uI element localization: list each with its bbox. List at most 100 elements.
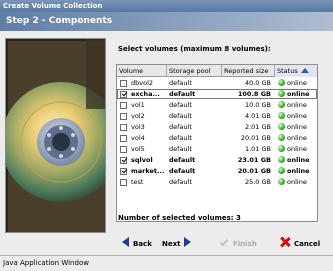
- arrow-right-icon: [184, 237, 192, 247]
- reported-size: 40.0 GB: [244, 79, 271, 87]
- volumes-table: Volume Storage pool Reported size Status…: [116, 64, 318, 222]
- storage-pool: default: [169, 156, 196, 164]
- table-row[interactable]: vol1 default 10.0 GB online: [117, 100, 317, 110]
- row-checkbox[interactable]: [120, 167, 127, 175]
- table-header: Volume Storage pool Reported size Status: [117, 65, 317, 77]
- reported-size: 4.01 GB: [244, 112, 271, 120]
- row-checkbox[interactable]: [120, 101, 127, 109]
- status-text: online: [287, 90, 310, 98]
- online-status-icon: [278, 156, 285, 163]
- storage-pool: default: [169, 134, 192, 142]
- selected-volumes-count: Number of selected volumes: 3: [118, 214, 241, 222]
- volume-name: dbvol2: [131, 79, 154, 87]
- table-row[interactable]: vol2 default 4.01 GB online: [117, 111, 317, 121]
- volume-name: vol1: [131, 101, 145, 109]
- instruction-text: Select volumes (maximum 8 volumes):: [118, 45, 271, 53]
- table-row[interactable]: sqlvol default 23.01 GB online: [117, 155, 317, 165]
- hard-disk-image: [6, 39, 105, 232]
- column-header-status[interactable]: Status: [275, 65, 317, 77]
- storage-pool: default: [169, 79, 192, 87]
- online-status-icon: [278, 90, 285, 97]
- reported-size: 25.0 GB: [244, 178, 271, 186]
- arrow-left-icon: [122, 237, 129, 247]
- finish-button[interactable]: Finish: [219, 236, 265, 252]
- status-text: online: [287, 145, 307, 153]
- reported-size: 10.0 GB: [244, 101, 271, 109]
- online-status-icon: [278, 123, 285, 130]
- status-cell: online: [278, 89, 317, 99]
- row-checkbox[interactable]: [120, 156, 127, 164]
- status-text: online: [287, 156, 310, 164]
- sort-ascending-icon: [300, 68, 309, 73]
- volume-name: test: [131, 178, 144, 186]
- table-row[interactable]: test default 25.0 GB online: [117, 177, 317, 187]
- status-cell: online: [278, 166, 317, 176]
- online-status-icon: [278, 112, 285, 119]
- status-text: online: [287, 178, 307, 186]
- cancel-label: Cancel: [294, 240, 321, 248]
- volume-name: vol2: [131, 112, 145, 120]
- window-title: Create Volume Collection: [0, 0, 333, 12]
- online-status-icon: [278, 178, 285, 185]
- table-row[interactable]: vol4 default 20.01 GB online: [117, 133, 317, 143]
- status-cell: online: [278, 100, 317, 110]
- status-bar: Java Application Window: [0, 256, 333, 271]
- storage-pool: default: [169, 167, 196, 175]
- table-row[interactable]: dbvol2 default 40.0 GB online: [117, 78, 317, 88]
- status-cell: online: [278, 111, 317, 121]
- status-cell: online: [278, 177, 317, 187]
- row-checkbox[interactable]: [120, 79, 127, 87]
- row-checkbox[interactable]: [120, 123, 127, 131]
- volume-name: vol3: [131, 123, 145, 131]
- volume-name: market...: [131, 167, 165, 175]
- volume-name: vol4: [131, 134, 145, 142]
- reported-size: 20.01 GB: [237, 167, 271, 175]
- row-checkbox[interactable]: [120, 90, 127, 98]
- row-checkbox[interactable]: [120, 145, 127, 153]
- status-cell: online: [278, 144, 317, 154]
- row-checkbox[interactable]: [120, 112, 127, 120]
- selected-count-value: 3: [236, 214, 241, 222]
- status-text: online: [287, 134, 307, 142]
- online-status-icon: [278, 167, 285, 174]
- next-button[interactable]: Next: [162, 236, 202, 252]
- row-checkbox[interactable]: [120, 178, 127, 186]
- reported-size: 100.8 GB: [237, 90, 271, 98]
- hard-disk-illustration: [5, 38, 106, 233]
- check-icon: [219, 237, 229, 247]
- status-text: online: [287, 123, 307, 131]
- online-status-icon: [278, 134, 285, 141]
- volume-name: excha...: [131, 90, 160, 98]
- column-header-status-label: Status: [277, 67, 298, 75]
- online-status-icon: [278, 101, 285, 108]
- storage-pool: default: [169, 90, 196, 98]
- volume-name: vol5: [131, 145, 145, 153]
- table-row[interactable]: excha... default 100.8 GB online: [117, 89, 317, 99]
- back-label: Back: [133, 240, 152, 248]
- status-text: online: [287, 79, 307, 87]
- reported-size: 2.01 GB: [244, 123, 271, 131]
- row-checkbox[interactable]: [120, 134, 127, 142]
- table-row[interactable]: market... default 20.01 GB online: [117, 166, 317, 176]
- step-title: Step 2 - Components: [0, 12, 333, 31]
- storage-pool: default: [169, 123, 192, 131]
- storage-pool: default: [169, 145, 192, 153]
- finish-label: Finish: [233, 240, 257, 248]
- table-row[interactable]: vol5 default 1.01 GB online: [117, 144, 317, 154]
- reported-size: 23.01 GB: [237, 156, 271, 164]
- online-status-icon: [278, 145, 285, 152]
- column-header-volume[interactable]: Volume: [117, 65, 167, 77]
- table-row[interactable]: vol3 default 2.01 GB online: [117, 122, 317, 132]
- status-text: online: [287, 112, 307, 120]
- reported-size: 1.01 GB: [244, 145, 271, 153]
- column-header-storage-pool[interactable]: Storage pool: [167, 65, 222, 77]
- back-button[interactable]: Back: [122, 236, 160, 252]
- storage-pool: default: [169, 101, 192, 109]
- wizard-content: Select volumes (maximum 8 volumes): Volu…: [0, 31, 333, 255]
- cancel-button[interactable]: Cancel: [280, 236, 325, 252]
- column-header-reported-size[interactable]: Reported size: [222, 65, 275, 77]
- storage-pool: default: [169, 178, 192, 186]
- status-cell: online: [278, 133, 317, 143]
- x-icon: [280, 237, 290, 247]
- selected-count-label: Number of selected volumes:: [118, 214, 234, 222]
